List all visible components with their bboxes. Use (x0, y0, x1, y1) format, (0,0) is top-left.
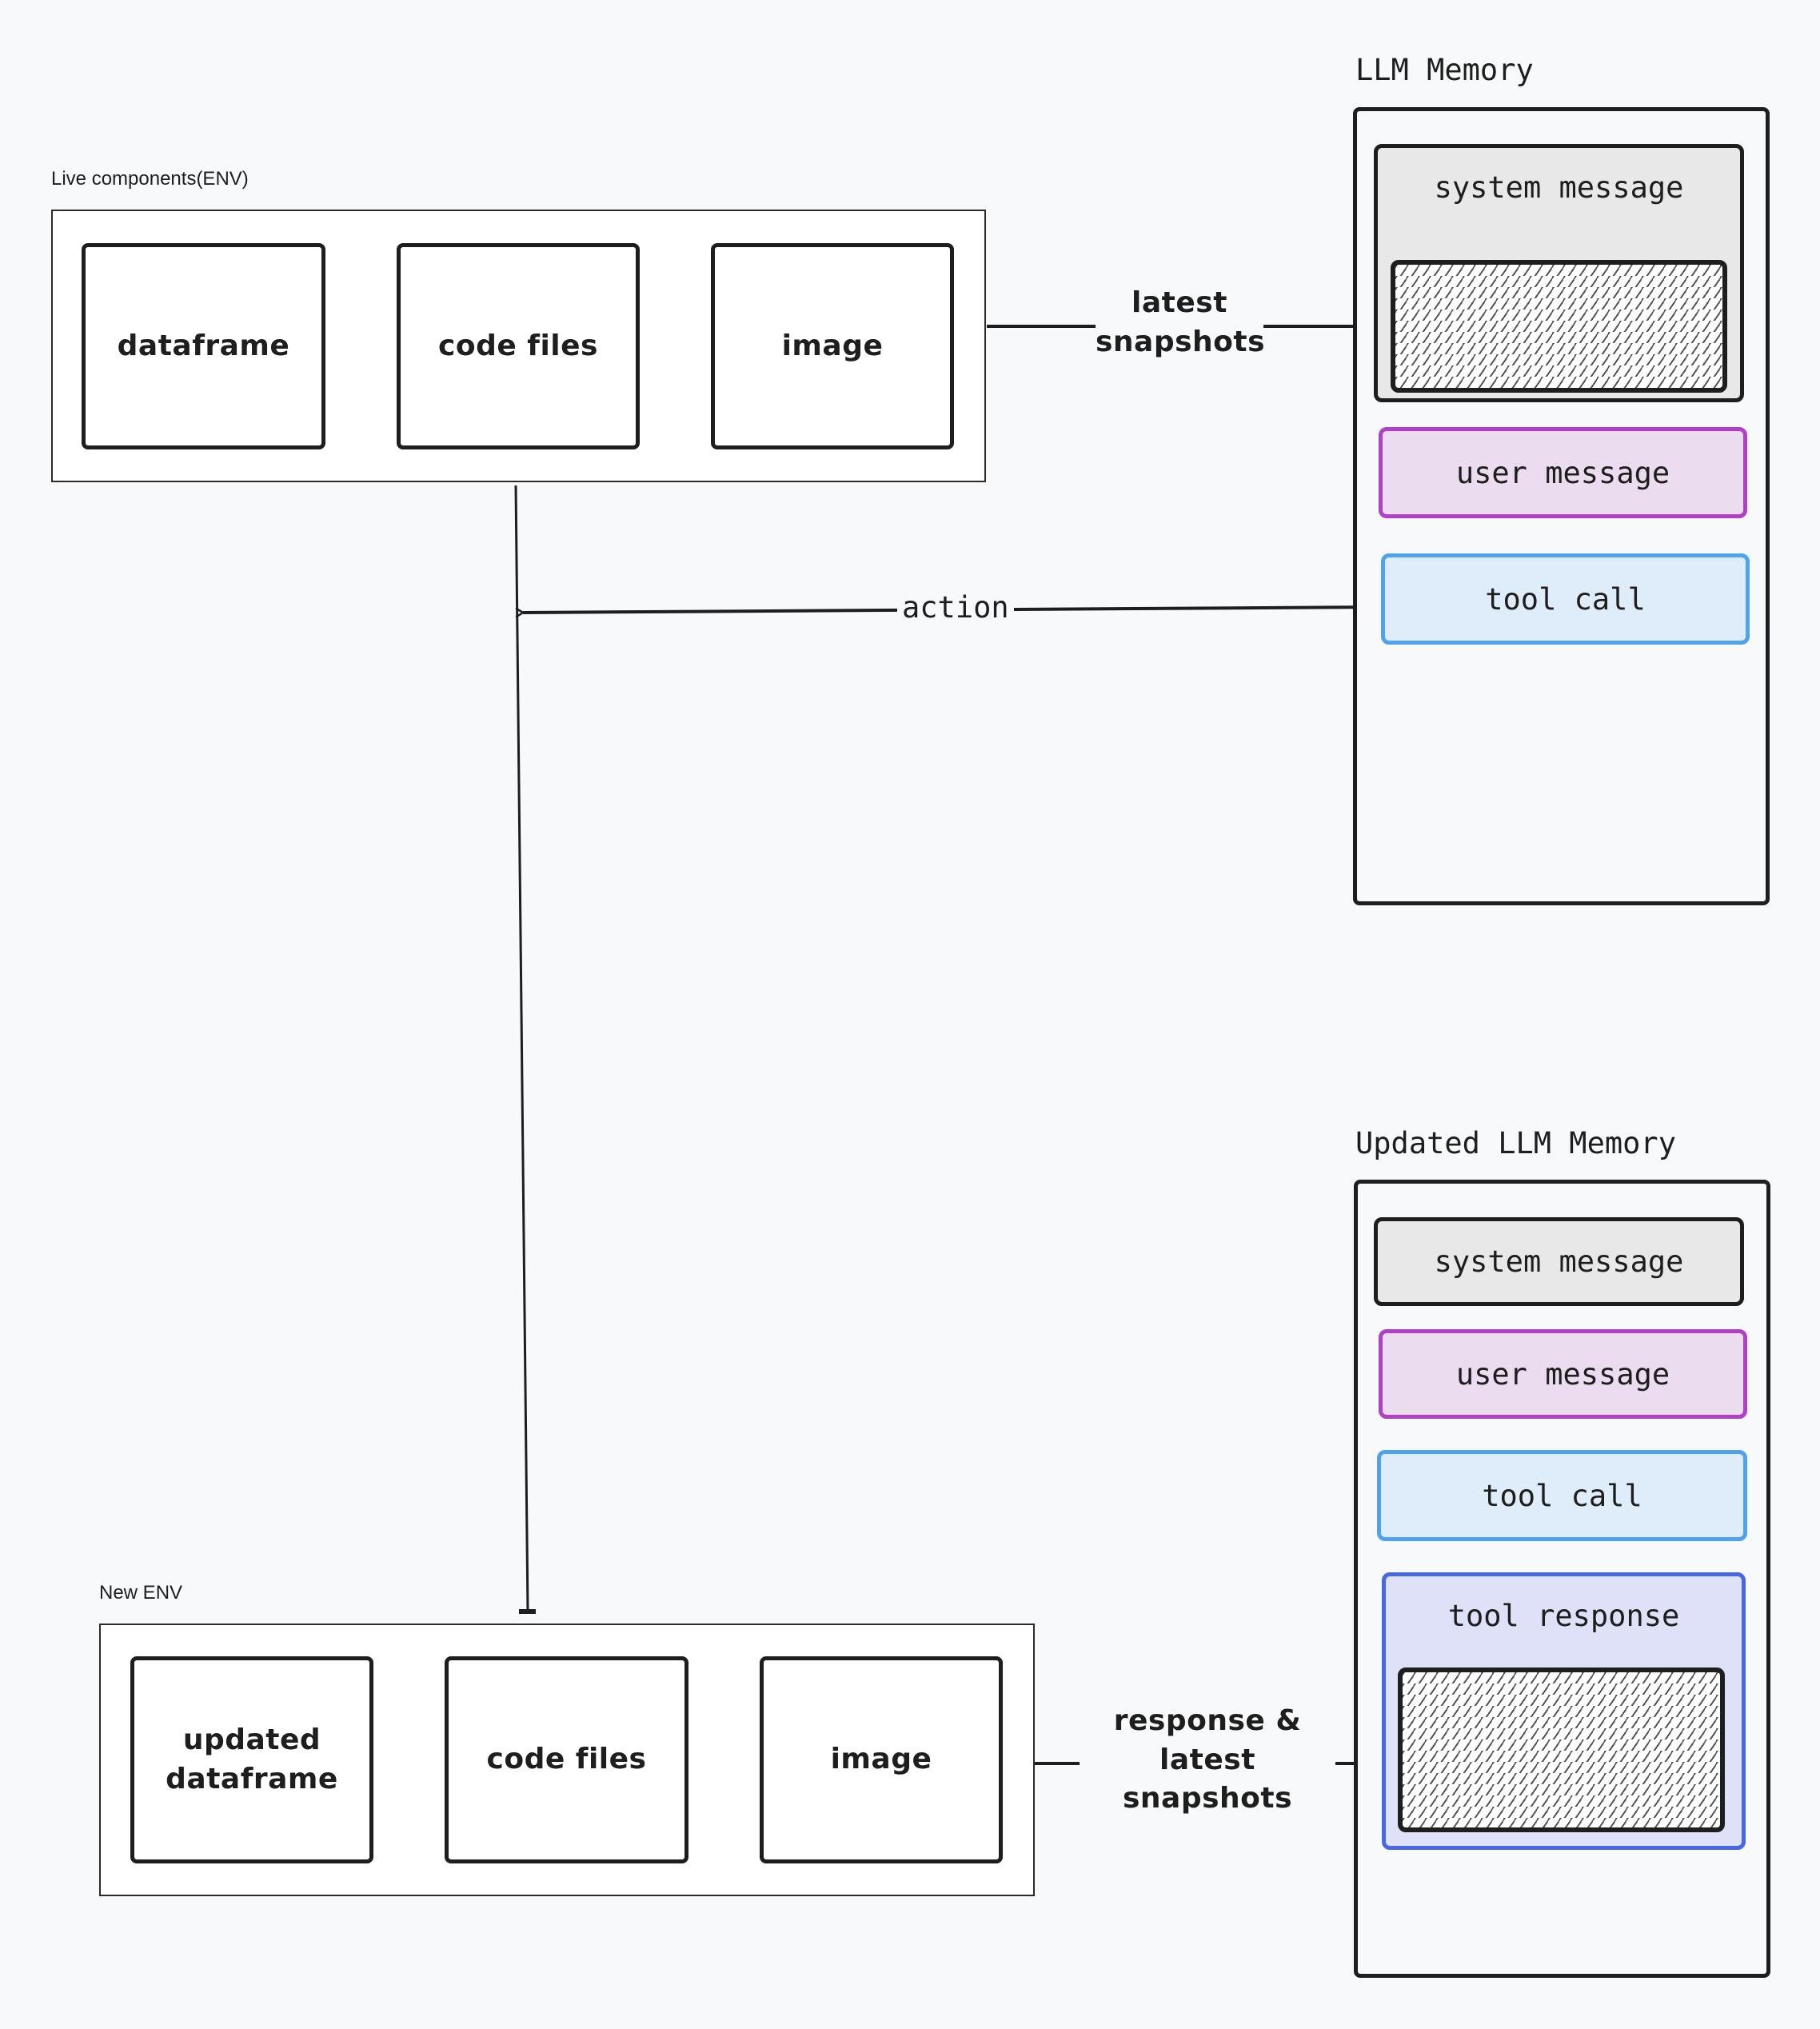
new-image-box[interactable]: image (760, 1656, 1003, 1863)
live-image-box[interactable]: image (711, 243, 954, 449)
live-env-label: Live components(ENV) (51, 168, 249, 190)
system-snapshot-placeholder (1391, 260, 1727, 393)
memory-user-message-label: user message (1455, 455, 1670, 490)
updated-system-message-label: system message (1434, 1244, 1684, 1279)
live-dataframe-label: dataframe (117, 329, 290, 362)
live-image-label: image (781, 329, 884, 362)
response-snapshots-label: response & latest snapshots (1080, 1702, 1335, 1819)
updated-tool-response-label: tool response (1447, 1599, 1680, 1633)
new-code-files-label: code files (486, 1743, 647, 1776)
tool-response-snapshot-placeholder (1398, 1668, 1725, 1832)
live-code-files-box[interactable]: code files (397, 243, 640, 449)
updated-user-message[interactable]: user message (1379, 1329, 1747, 1419)
new-code-files-box[interactable]: code files (445, 1656, 688, 1863)
live-dataframe-box[interactable]: dataframe (82, 243, 325, 449)
updated-tool-call[interactable]: tool call (1377, 1450, 1747, 1541)
new-updated-dataframe-label: updated dataframe (166, 1723, 338, 1795)
updated-system-message[interactable]: system message (1374, 1217, 1744, 1306)
env-transition-line (514, 485, 529, 1612)
action-label: action (897, 590, 1014, 625)
updated-memory-title: Updated LLM Memory (1355, 1126, 1676, 1160)
llm-memory-title: LLM Memory (1355, 53, 1534, 87)
live-code-files-label: code files (438, 329, 598, 362)
memory-user-message[interactable]: user message (1379, 427, 1747, 518)
new-image-label: image (830, 1743, 932, 1776)
memory-tool-call[interactable]: tool call (1381, 553, 1750, 645)
new-updated-dataframe-box[interactable]: updated dataframe (130, 1656, 373, 1863)
memory-tool-call-label: tool call (1485, 581, 1646, 617)
updated-tool-call-label: tool call (1482, 1478, 1642, 1513)
latest-snapshots-label: latest snapshots (1096, 284, 1265, 362)
memory-system-message-label: system message (1434, 170, 1684, 205)
updated-user-message-label: user message (1455, 1356, 1670, 1392)
new-env-label: New ENV (99, 1582, 183, 1604)
